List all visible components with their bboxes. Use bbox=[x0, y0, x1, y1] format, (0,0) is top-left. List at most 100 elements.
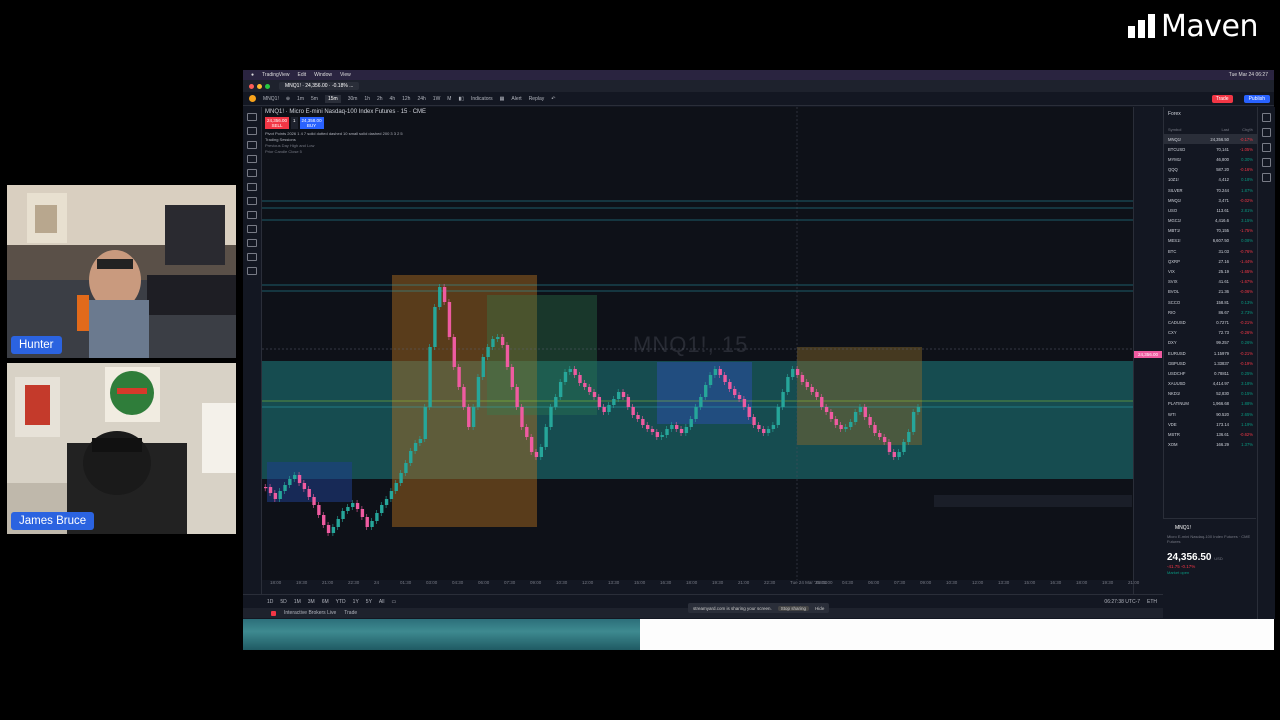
close-window-icon[interactable] bbox=[249, 83, 254, 89]
watchlist-row[interactable]: VIX 25.19 -1.65% bbox=[1164, 266, 1257, 276]
range-5y[interactable]: 5Y bbox=[366, 599, 372, 605]
indicators-button[interactable]: Indicators bbox=[471, 96, 493, 102]
sell-button[interactable]: 24,356.00 SELL bbox=[265, 117, 290, 129]
layouts-icon[interactable]: ▦ bbox=[500, 96, 505, 102]
watchlist-row[interactable]: BVOL 21.36 -0.06% bbox=[1164, 287, 1257, 297]
menu-item[interactable]: Edit bbox=[298, 72, 307, 78]
interval-1m[interactable]: 1m bbox=[297, 96, 304, 102]
watchlist-row[interactable]: RIO 86.67 2.73% bbox=[1164, 307, 1257, 317]
watchlist-row[interactable]: BTC 31.03 -0.76% bbox=[1164, 246, 1257, 256]
range-1d[interactable]: 1D bbox=[267, 599, 273, 605]
menu-item[interactable]: TradingView bbox=[262, 72, 290, 78]
magnet-icon[interactable] bbox=[247, 225, 257, 233]
time-axis[interactable]: 18:00 19:30 21:00 22:30 24 01:30 03:00 04:30 06:… bbox=[262, 580, 1139, 590]
maximize-window-icon[interactable] bbox=[265, 83, 270, 89]
interval-30m[interactable]: 30m bbox=[348, 96, 358, 102]
indicator-legend[interactable]: Prior Candle Close 5 bbox=[265, 149, 426, 154]
symbol-search[interactable]: MNQ1! bbox=[263, 96, 279, 102]
stop-sharing-button[interactable]: Stop sharing bbox=[777, 605, 810, 611]
range-1y[interactable]: 1Y bbox=[353, 599, 359, 605]
interval-24h[interactable]: 24h bbox=[417, 96, 425, 102]
watchlist-row[interactable]: VDE 173.14 1.19% bbox=[1164, 419, 1257, 429]
trendline-icon[interactable] bbox=[247, 127, 257, 135]
text-icon[interactable] bbox=[247, 183, 257, 191]
pattern-icon[interactable] bbox=[247, 155, 257, 163]
interval-2h[interactable]: 2h bbox=[377, 96, 383, 102]
measure-icon[interactable] bbox=[247, 197, 257, 205]
replay-button[interactable]: Replay bbox=[529, 96, 545, 102]
account-avatar-icon[interactable] bbox=[249, 95, 256, 102]
hide-button[interactable]: Hide bbox=[815, 606, 824, 611]
fib-icon[interactable] bbox=[247, 141, 257, 149]
watchlist-row[interactable]: CXY 72.73 -0.26% bbox=[1164, 328, 1257, 338]
watchlist-row[interactable]: BTCUSD 70,141 -1.05% bbox=[1164, 144, 1257, 154]
publish-button[interactable]: Publish bbox=[1243, 94, 1270, 103]
menu-item[interactable]: Window bbox=[314, 72, 332, 78]
broker-name[interactable]: Interactive Brokers Live bbox=[284, 610, 336, 616]
lock-icon[interactable] bbox=[247, 239, 257, 247]
alert-button[interactable]: Alert bbox=[511, 96, 521, 102]
interval-15m[interactable]: 15m bbox=[324, 94, 341, 103]
add-symbol-icon[interactable]: ⊕ bbox=[286, 96, 290, 102]
crosshair-icon[interactable] bbox=[247, 113, 257, 121]
watchlist-row[interactable]: QQQ 587.20 -0.16% bbox=[1164, 165, 1257, 175]
watchlist-row[interactable]: MES1! 6,607.50 0.08% bbox=[1164, 236, 1257, 246]
price-scale[interactable]: 24,356.00 bbox=[1133, 107, 1164, 612]
interval-12h[interactable]: 12h bbox=[402, 96, 410, 102]
col-last[interactable]: Last bbox=[1201, 127, 1229, 132]
tab-chart[interactable]: MNQ1! · 24,356.00 · -0.18% ... bbox=[279, 82, 360, 90]
col-symbol[interactable]: Symbol bbox=[1168, 127, 1201, 132]
eye-icon[interactable] bbox=[247, 253, 257, 261]
interval-month[interactable]: M bbox=[447, 96, 451, 102]
indicator-legend[interactable]: Pivot Points 2026 1 4 7 solid dotted das… bbox=[265, 131, 426, 136]
floating-drawing-bar[interactable] bbox=[934, 495, 1132, 507]
range-all[interactable]: All bbox=[379, 599, 385, 605]
watchlist-row[interactable]: EURUSD 1.15979 -0.21% bbox=[1164, 348, 1257, 358]
watchlist-row[interactable]: XAUUSD 4,414.97 3.18% bbox=[1164, 379, 1257, 389]
brush-icon[interactable] bbox=[247, 169, 257, 177]
trade-tab[interactable]: Trade bbox=[344, 610, 357, 616]
watchlist-row[interactable]: MGC1! 4,416.6 3.15% bbox=[1164, 216, 1257, 226]
indicator-legend[interactable]: Trading Sessions bbox=[265, 137, 426, 142]
col-change[interactable]: Chg% bbox=[1229, 127, 1253, 132]
watchlist-row[interactable]: GBPUSD 1.33837 -0.19% bbox=[1164, 358, 1257, 368]
watchlist-title[interactable]: Forex bbox=[1164, 107, 1257, 117]
interval-4h[interactable]: 4h bbox=[390, 96, 396, 102]
watchlist-row[interactable]: DXY 99.257 0.26% bbox=[1164, 338, 1257, 348]
news-icon[interactable] bbox=[1262, 158, 1271, 167]
watchlist-row[interactable]: MBT1! 70,155 -1.75% bbox=[1164, 226, 1257, 236]
menu-item[interactable]: View bbox=[340, 72, 351, 78]
watchlist-row[interactable]: SVIX 41.61 -1.67% bbox=[1164, 277, 1257, 287]
indicator-legend[interactable]: Previous Day High and Low bbox=[265, 143, 426, 148]
watchlist-row[interactable]: NKD1! 52,830 0.15% bbox=[1164, 389, 1257, 399]
watchlist-row[interactable]: PLATINUM 1,966.68 1.88% bbox=[1164, 399, 1257, 409]
apple-icon[interactable]: ● bbox=[251, 72, 254, 78]
candles-icon[interactable]: ▮▯ bbox=[458, 96, 464, 102]
undo-icon[interactable]: ↶ bbox=[551, 96, 555, 102]
calendar-icon[interactable] bbox=[1262, 143, 1271, 152]
watchlist-row[interactable]: MNQ1! 24,356.50 -0.17% bbox=[1164, 134, 1257, 145]
range-5d[interactable]: 5D bbox=[280, 599, 286, 605]
session-toggle[interactable]: ETH bbox=[1147, 599, 1157, 605]
watchlist-row[interactable]: MNQ1! 3,471 -0.02% bbox=[1164, 195, 1257, 205]
watchlist-row[interactable]: SILVER 70.244 1.87% bbox=[1164, 185, 1257, 195]
range-6m[interactable]: 6M bbox=[322, 599, 329, 605]
watchlist-row[interactable]: USO 113.61 2.81% bbox=[1164, 205, 1257, 215]
chat-icon[interactable] bbox=[1262, 173, 1271, 182]
watchlist-row[interactable]: QXRP 27.16 -1.44% bbox=[1164, 256, 1257, 266]
trash-icon[interactable] bbox=[247, 267, 257, 275]
interval-5m[interactable]: 5m bbox=[311, 96, 318, 102]
watchlist-row[interactable]: MYM1! 46,800 0.30% bbox=[1164, 154, 1257, 164]
watchlist-row[interactable]: SCCO 158.81 0.13% bbox=[1164, 297, 1257, 307]
watchlist-row[interactable]: 10Z1! 4,412 0.18% bbox=[1164, 175, 1257, 185]
range-3m[interactable]: 3M bbox=[308, 599, 315, 605]
interval-1w[interactable]: 1W bbox=[433, 96, 441, 102]
minimize-window-icon[interactable] bbox=[257, 83, 262, 89]
trade-button[interactable]: Trade bbox=[1211, 94, 1233, 103]
watchlist-row[interactable]: WTI 90.520 2.65% bbox=[1164, 409, 1257, 419]
calendar-icon[interactable]: ▭ bbox=[391, 599, 396, 605]
watchlist-row[interactable]: XOM 166.29 1.37% bbox=[1164, 440, 1257, 450]
detail-symbol[interactable]: MNQ1! bbox=[1163, 519, 1256, 531]
watchlist-icon[interactable] bbox=[1262, 113, 1271, 122]
zoom-icon[interactable] bbox=[247, 211, 257, 219]
